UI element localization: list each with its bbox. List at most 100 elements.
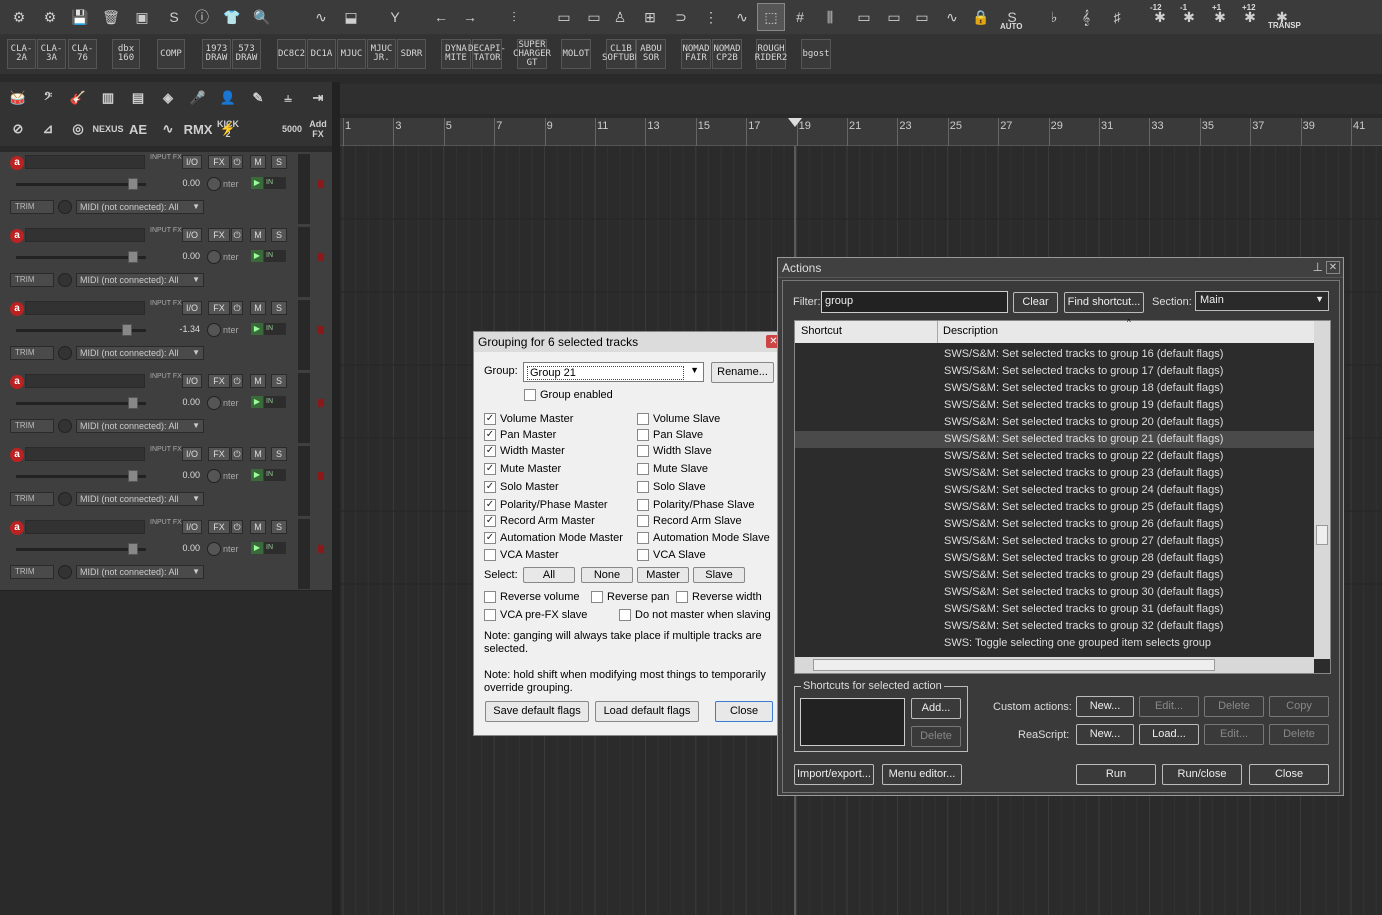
gear-plus-icon[interactable]: ⚙	[5, 3, 33, 31]
master-checkbox-3[interactable]: ✓ Mute Master	[484, 462, 561, 476]
midi-input-select[interactable]: MIDI (not connected): All ▼	[76, 273, 204, 287]
sws-icon[interactable]: S	[160, 3, 188, 31]
fx-label-2[interactable]: 5000	[278, 116, 306, 142]
dots-icon[interactable]: ⋮	[697, 3, 725, 31]
monitor-play-icon[interactable]: ▶	[251, 542, 263, 554]
pin-icon[interactable]: ⊥	[1313, 260, 1323, 274]
save-default-flags-button[interactable]: Save default flags	[485, 701, 589, 722]
track-panel[interactable]: a INPUT FX I/O FX ⏻ M S 0.00 nter ▶ IN TRIM MIDI (no…	[0, 444, 332, 518]
table-row[interactable]: SWS: Toggle selecting one grouped item s…	[795, 635, 1314, 652]
close-icon[interactable]: ✕	[1326, 261, 1340, 274]
volume-fader-knob[interactable]	[128, 251, 138, 263]
close-button[interactable]: Close	[715, 701, 773, 722]
select-all-button[interactable]: All	[523, 567, 575, 583]
mute-button[interactable]: M	[250, 447, 266, 461]
midi-input-select[interactable]: MIDI (not connected): All ▼	[76, 492, 204, 506]
table-row[interactable]: SWS/S&M: Set selected tracks to group 25…	[795, 499, 1314, 516]
table-row[interactable]: SWS/S&M: Set selected tracks to group 19…	[795, 397, 1314, 414]
solo-button[interactable]: S	[271, 301, 287, 315]
record-arm-icon[interactable]: a	[10, 229, 24, 243]
ripple3-icon[interactable]: ▭	[908, 3, 936, 31]
io-button[interactable]: I/O	[182, 374, 202, 388]
mute-item-icon[interactable]: ▭	[550, 3, 578, 31]
mute-button[interactable]: M	[250, 228, 266, 242]
filter-input[interactable]: group	[821, 291, 1008, 313]
monitor-play-icon[interactable]: ▶	[251, 177, 263, 189]
automation-mode-button[interactable]: TRIM	[10, 346, 54, 360]
input-fx-button[interactable]: INPUT FX	[150, 227, 182, 234]
table-row[interactable]: SWS/S&M: Set selected tracks to group 21…	[795, 431, 1314, 448]
piano-icon[interactable]: ▥	[94, 85, 122, 111]
master-checkbox-5[interactable]: ✓ Polarity/Phase Master	[484, 498, 608, 512]
synth-icon[interactable]: ◈	[154, 85, 182, 111]
fx-label-0[interactable]: NEXUS	[93, 116, 124, 142]
solo-button[interactable]: S	[271, 447, 287, 461]
plugin-button-3[interactable]: dbx 160	[112, 39, 140, 69]
slave-checkbox-8[interactable]: VCA Slave	[637, 548, 706, 562]
slave-checkbox-6[interactable]: Record Arm Slave	[637, 514, 742, 528]
automation-mode-button[interactable]: TRIM	[10, 273, 54, 287]
track-panel[interactable]: a INPUT FX I/O FX ⏻ M S 0.00 nter ▶ IN TRIM MIDI (no…	[0, 152, 332, 226]
table-row[interactable]: SWS/S&M: Set selected tracks to group 17…	[795, 363, 1314, 380]
phase-icon[interactable]	[58, 565, 72, 579]
fx-extra-2-icon[interactable]: RMX	[184, 116, 213, 142]
volume-fader-knob[interactable]	[122, 324, 132, 336]
track-name-field[interactable]	[25, 155, 145, 169]
volume-fader-knob[interactable]	[128, 543, 138, 555]
volume-fader-knob[interactable]	[128, 397, 138, 409]
io-button[interactable]: I/O	[182, 228, 202, 242]
pan-knob[interactable]	[207, 250, 221, 264]
phase-icon[interactable]	[58, 419, 72, 433]
volume-fader[interactable]	[16, 183, 146, 186]
custom-delete-button[interactable]: Delete	[1204, 696, 1264, 717]
automation-mode-button[interactable]: TRIM	[10, 492, 54, 506]
solo-button[interactable]: S	[271, 520, 287, 534]
reascript-edit-button[interactable]: Edit...	[1204, 724, 1264, 745]
plugin-button-9[interactable]: MJUC	[337, 39, 366, 69]
fx-bypass-icon[interactable]: ⏻	[231, 374, 243, 388]
phase-icon[interactable]	[58, 492, 72, 506]
plugin-button-1[interactable]: CLA-3A	[37, 39, 66, 69]
gear-icon[interactable]: ⚙	[36, 3, 64, 31]
envelope-curve-icon[interactable]: ∿	[728, 3, 756, 31]
split-icon[interactable]: ⬓	[337, 3, 365, 31]
lock-icon[interactable]: 🔒	[967, 3, 995, 31]
plugin-button-14[interactable]: SUPER CHARGER GT	[513, 39, 551, 69]
waveform-icon[interactable]: ∿	[307, 3, 335, 31]
table-row[interactable]: SWS/S&M: Set selected tracks to group 30…	[795, 584, 1314, 601]
mute-button[interactable]: M	[250, 155, 266, 169]
plugin-button-4[interactable]: COMP	[157, 39, 185, 69]
input-label[interactable]: IN	[264, 250, 286, 262]
mute-button[interactable]: M	[250, 374, 266, 388]
group-enabled-checkbox[interactable]: Group enabled	[524, 388, 613, 402]
plugin-button-5[interactable]: 1973 DRAW	[202, 39, 231, 69]
volume-fader[interactable]	[16, 548, 146, 551]
plugin-button-13[interactable]: DECAPI-TATOR	[468, 39, 506, 69]
undo-icon[interactable]: ←	[427, 3, 455, 31]
master-checkbox-8[interactable]: VCA Master	[484, 548, 559, 562]
find-shortcut-button[interactable]: Find shortcut...	[1064, 292, 1144, 313]
drums-icon[interactable]: 🥁	[4, 85, 32, 111]
run-button[interactable]: Run	[1076, 764, 1156, 785]
scroll-thumb[interactable]	[1316, 525, 1328, 545]
io-button[interactable]: I/O	[182, 520, 202, 534]
fx-extra-1-icon[interactable]: ∿	[154, 116, 182, 142]
section-select[interactable]: Main ▼	[1195, 291, 1329, 311]
ripple1-icon[interactable]: ▭	[850, 3, 878, 31]
fx-button[interactable]: FX	[208, 301, 230, 315]
track-name-field[interactable]	[25, 520, 145, 534]
input-label[interactable]: IN	[264, 469, 286, 481]
master-checkbox-2[interactable]: ✓ Width Master	[484, 444, 565, 458]
column-divider[interactable]	[937, 321, 938, 343]
table-row[interactable]: SWS/S&M: Set selected tracks to group 20…	[795, 414, 1314, 431]
reverse-width-checkbox[interactable]: Reverse width	[676, 590, 762, 604]
mute-split-icon[interactable]: ▭	[580, 3, 608, 31]
group-select[interactable]: Group 21 ▼	[523, 362, 704, 382]
custom-copy-button[interactable]: Copy	[1269, 696, 1329, 717]
timeline-ruler[interactable]: 1 3 5 7 9 11 13 15 17 19 21 23 25 27 29 31 33 35 37 39 41	[340, 118, 1382, 146]
track-name-field[interactable]	[25, 374, 145, 388]
plugin-button-8[interactable]: DC1A	[307, 39, 336, 69]
input-fx-button[interactable]: INPUT FX	[150, 300, 182, 307]
redo-icon[interactable]: →	[456, 3, 484, 31]
track-panel[interactable]: a INPUT FX I/O FX ⏻ M S 0.00 nter ▶ IN TRIM MIDI (no…	[0, 371, 332, 445]
